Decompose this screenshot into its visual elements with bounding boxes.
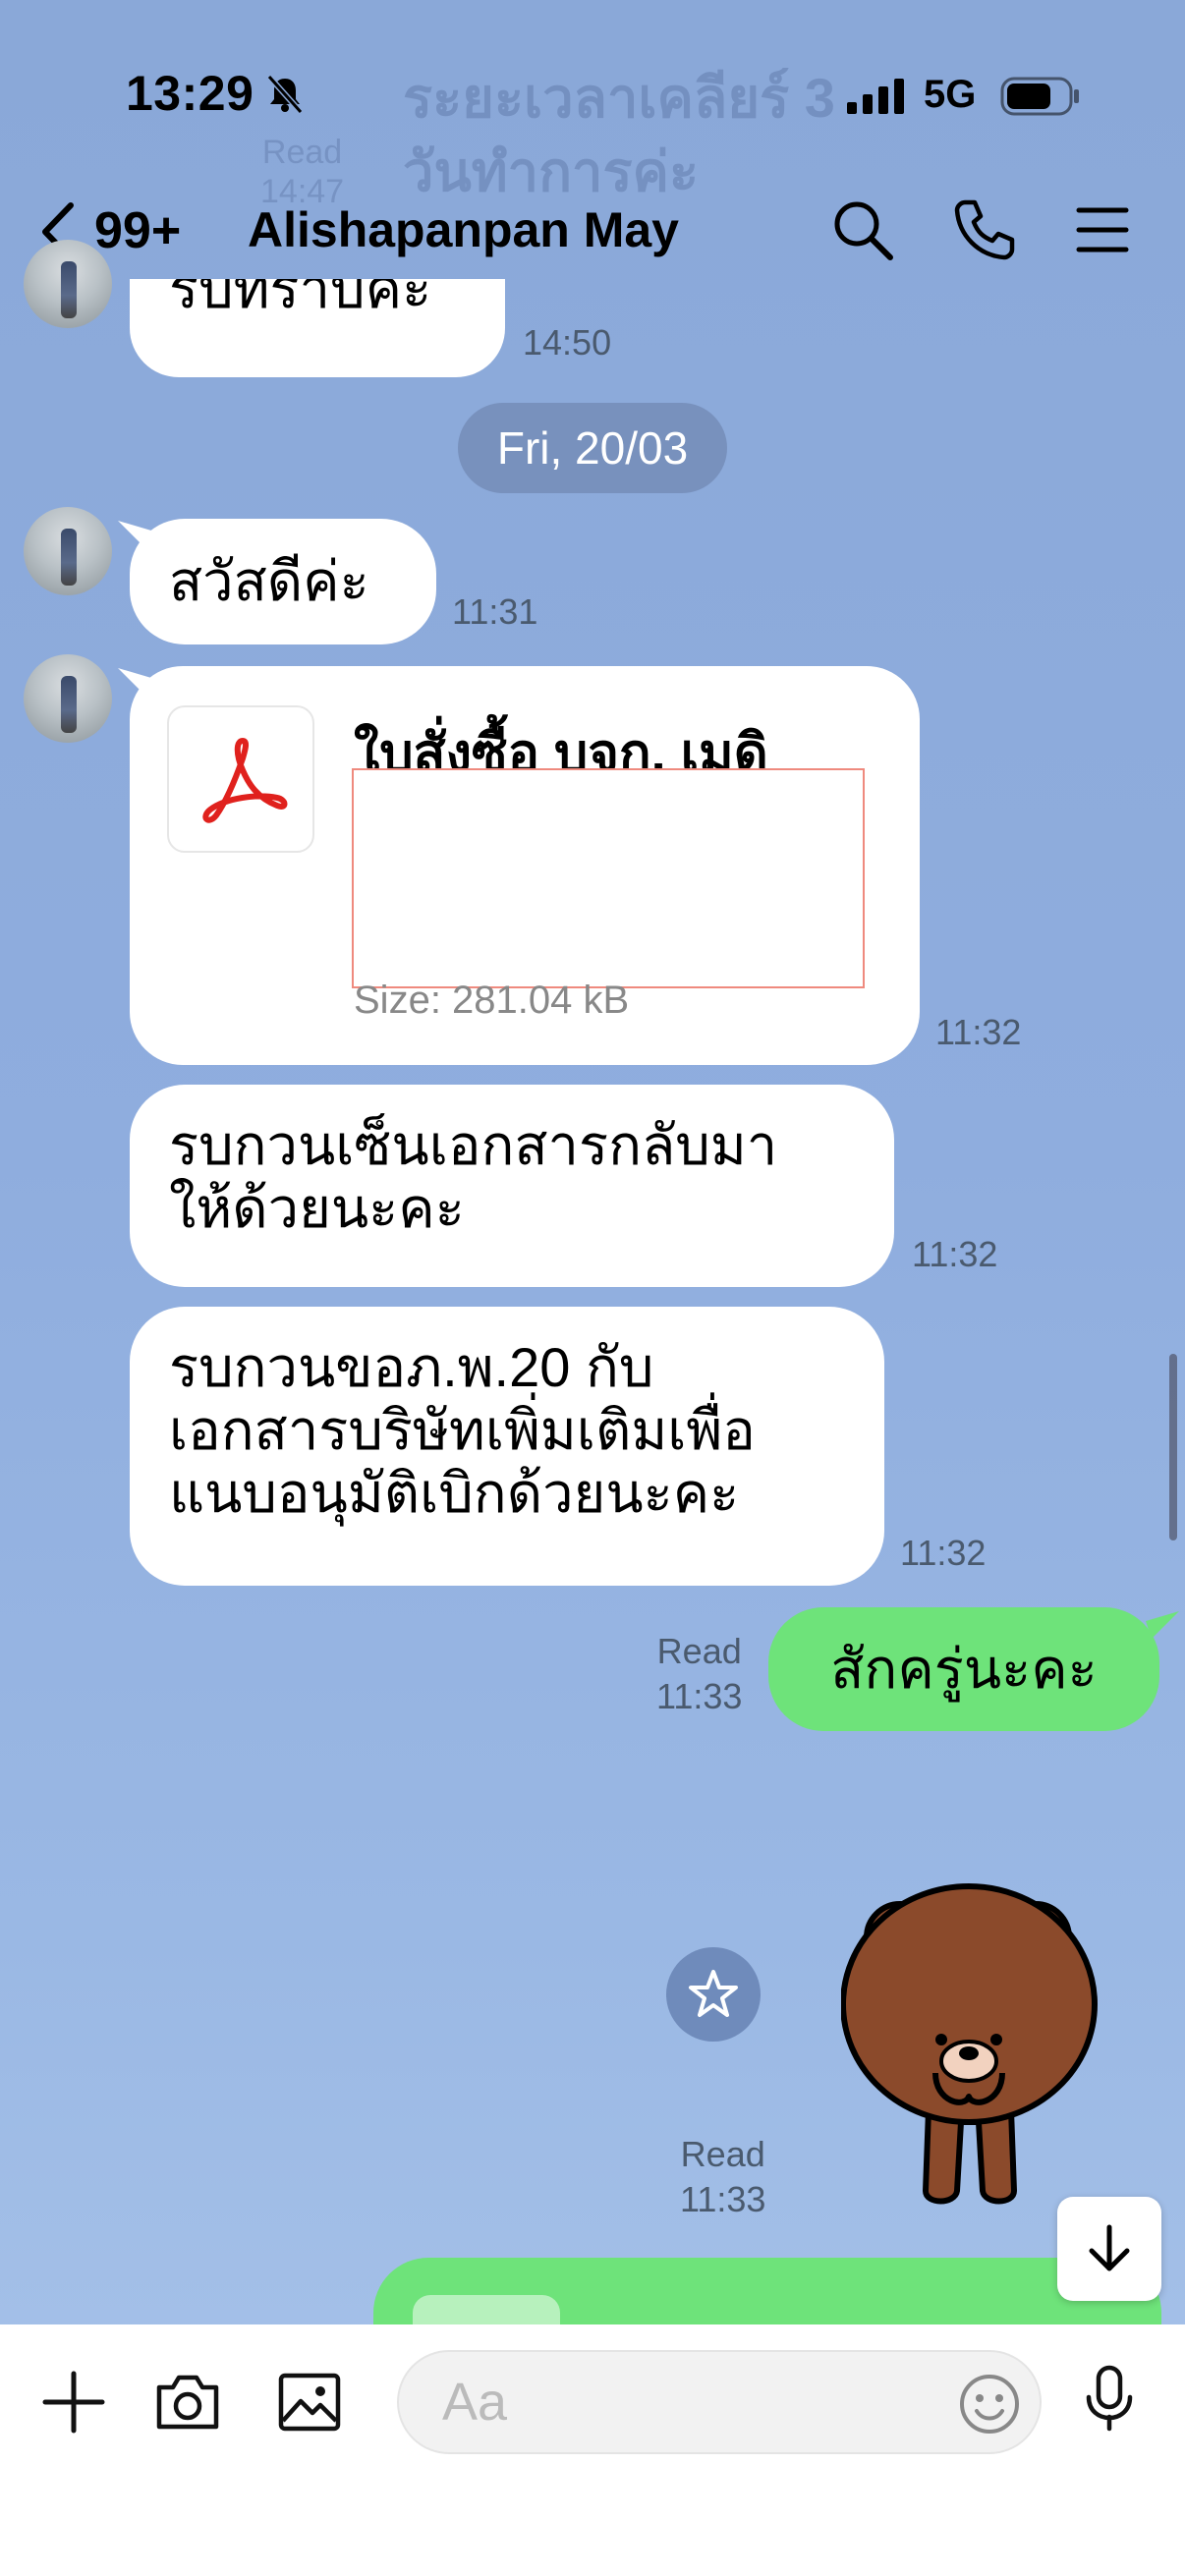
read-receipt: Read 11:33 xyxy=(656,1629,742,1719)
message-time: 14:50 xyxy=(523,322,612,363)
scroll-indicator[interactable] xyxy=(1169,1354,1177,1540)
file-attachment-card[interactable]: ใบสั่งซื้อ บจก. เมดิ Size: 281.04 kB xyxy=(130,666,920,1065)
network-type: 5G xyxy=(924,73,977,116)
ghost-read-label: Read xyxy=(261,134,343,171)
menu-icon[interactable] xyxy=(1069,196,1136,263)
date-divider: Fri, 20/03 xyxy=(458,403,727,493)
scroll-to-bottom-button[interactable] xyxy=(1057,2197,1161,2301)
my-message-bubble[interactable]: สักครู่นะคะ xyxy=(768,1607,1159,1731)
read-time: 11:33 xyxy=(680,2179,766,2219)
message-bubble[interactable]: รับทราบค่ะ xyxy=(130,279,505,377)
plus-icon[interactable] xyxy=(39,2368,108,2436)
bear-sticker[interactable] xyxy=(841,1876,1106,2211)
message-bubble[interactable]: รบกวนขอภ.พ.20 กับ เอกสารบริษัทเพิ่มเติมเ… xyxy=(130,1307,884,1586)
message-text-line: แนบอนุมัติเบิกด้วยนะคะ xyxy=(169,1462,740,1524)
sticker-favorite-button[interactable] xyxy=(666,1947,761,2042)
signal-icon xyxy=(847,79,904,114)
message-text-line: ให้ด้วยนะคะ xyxy=(169,1177,465,1239)
star-icon xyxy=(689,1970,738,2017)
message-text: รับทราบค่ะ xyxy=(169,279,432,319)
status-time: 13:29 xyxy=(126,66,254,121)
microphone-icon[interactable] xyxy=(1075,2364,1144,2433)
battery-icon xyxy=(1000,77,1079,116)
pdf-thumbnail xyxy=(167,705,314,853)
message-bubble[interactable]: รบกวนเซ็นเอกสารกลับมา ให้ด้วยนะคะ xyxy=(130,1085,894,1287)
search-icon[interactable] xyxy=(829,196,896,263)
pdf-icon xyxy=(202,738,288,823)
ghost-read-receipt: Read 14:47 xyxy=(260,133,344,211)
message-time: 11:32 xyxy=(935,1012,1022,1052)
bell-muted-icon xyxy=(266,75,304,114)
message-time: 11:32 xyxy=(912,1234,998,1274)
emoji-icon[interactable] xyxy=(955,2370,1024,2438)
avatar[interactable] xyxy=(24,240,112,328)
read-receipt: Read 11:33 xyxy=(680,2132,765,2222)
bubble-tail xyxy=(1146,1611,1179,1639)
message-bubble[interactable]: สวัสดีค่ะ xyxy=(130,519,436,644)
read-time: 11:33 xyxy=(656,1676,743,1716)
read-label: Read xyxy=(680,2134,765,2174)
avatar[interactable] xyxy=(24,654,112,743)
chat-title[interactable]: Alishapanpan May xyxy=(248,201,679,258)
avatar[interactable] xyxy=(24,507,112,595)
camera-icon[interactable] xyxy=(153,2368,222,2436)
message-text-line: รบกวนเซ็นเอกสารกลับมา xyxy=(169,1114,778,1176)
message-text: สักครู่นะคะ xyxy=(830,1638,1098,1700)
arrow-down-icon xyxy=(1089,2224,1130,2271)
message-time: 11:31 xyxy=(452,591,538,632)
message-text-line: เอกสารบริษัทเพิ่มเติมเพื่อ xyxy=(169,1399,756,1461)
image-icon[interactable] xyxy=(275,2368,344,2436)
unread-count[interactable]: 99+ xyxy=(94,201,181,260)
message-input-placeholder: Aa xyxy=(442,2373,508,2432)
read-label: Read xyxy=(656,1631,742,1671)
file-size: Size: 281.04 kB xyxy=(354,979,630,1022)
message-text: สวัสดีค่ะ xyxy=(169,550,369,612)
message-time: 11:32 xyxy=(900,1533,987,1573)
message-text-line: รบกวนขอภ.พ.20 กับ xyxy=(169,1336,654,1398)
redacted-region xyxy=(352,768,865,988)
phone-icon[interactable] xyxy=(951,196,1018,263)
